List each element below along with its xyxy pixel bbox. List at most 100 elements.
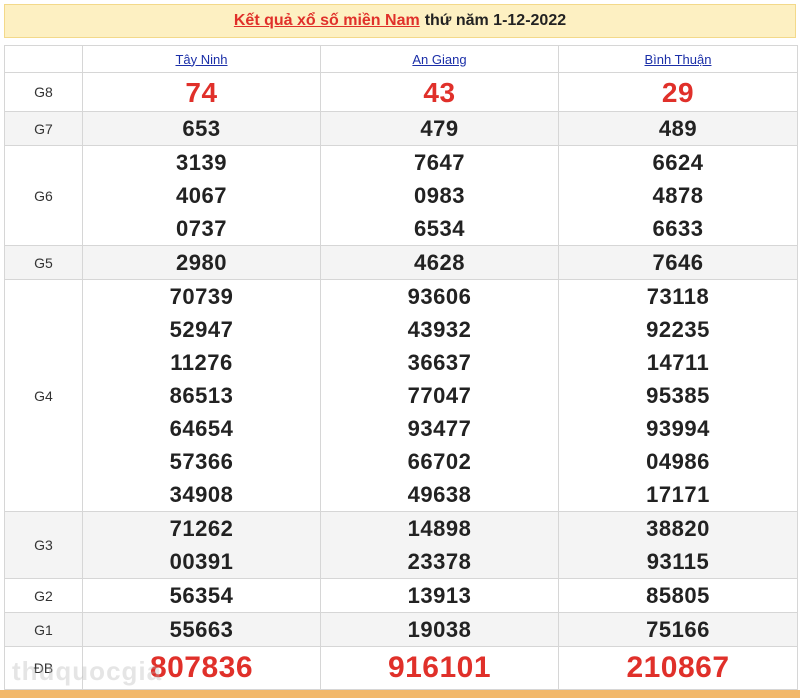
prize-number: 56354 xyxy=(169,583,234,608)
prize-number: 93606 xyxy=(407,284,472,309)
prize-number: 52947 xyxy=(169,317,234,342)
prize-number: 85805 xyxy=(646,583,710,608)
prize-label: G5 xyxy=(4,245,83,280)
prize-number: 93477 xyxy=(407,416,472,441)
prize-label: G6 xyxy=(4,145,83,246)
prize-number: 73118 xyxy=(646,284,710,309)
prize-number: 74 xyxy=(185,76,218,108)
prize-number: 43932 xyxy=(407,317,472,342)
corner-cell xyxy=(4,45,83,73)
prize-cell: 653 xyxy=(82,111,321,146)
prize-cell: 71262 00391 xyxy=(82,511,321,579)
prize-number: 7646 xyxy=(652,250,704,275)
prize-row-g5: G5 2980 4628 7646 xyxy=(4,245,798,280)
prize-number: 807836 xyxy=(149,651,254,684)
prize-row-g3: G3 71262 00391 14898 23378 38820 93115 xyxy=(4,511,798,579)
prize-label: G1 xyxy=(4,612,83,647)
province-link-an-giang[interactable]: An Giang xyxy=(412,52,466,67)
prize-number: 11276 xyxy=(170,350,233,375)
prize-label: G3 xyxy=(4,511,83,579)
prize-cell: 85805 xyxy=(558,578,798,613)
prize-number: 04986 xyxy=(646,449,710,474)
prize-number: 64654 xyxy=(169,416,234,441)
prize-row-g6: G6 3139 4067 0737 7647 0983 6534 6624 4878 6633 xyxy=(4,145,798,246)
prize-number: 3139 xyxy=(176,150,227,175)
province-header-row: Tây Ninh An Giang Bình Thuận xyxy=(4,45,798,73)
results-date: thứ năm 1-12-2022 xyxy=(424,12,567,29)
prize-number: 23378 xyxy=(407,549,472,574)
prize-number: 57366 xyxy=(169,449,234,474)
prize-number: 13913 xyxy=(407,583,472,608)
prize-label: G2 xyxy=(4,578,83,613)
prize-number: 70739 xyxy=(169,284,234,309)
province-link-tay-ninh[interactable]: Tây Ninh xyxy=(175,52,227,67)
prize-number: 93115 xyxy=(646,549,710,574)
prize-cell: 55663 xyxy=(82,612,321,647)
prize-cell: 14898 23378 xyxy=(320,511,559,579)
prize-number: 36637 xyxy=(407,350,472,375)
prize-number: 17171 xyxy=(646,482,710,507)
prize-cell: 29 xyxy=(558,72,798,112)
prize-cell: 6624 4878 6633 xyxy=(558,145,798,246)
prize-cell: 479 xyxy=(320,111,559,146)
prize-number: 00391 xyxy=(169,549,234,574)
prize-number: 75166 xyxy=(646,617,710,642)
prize-number: 6633 xyxy=(652,216,704,241)
prize-number: 86513 xyxy=(169,383,234,408)
prize-number: 66702 xyxy=(407,449,472,474)
prize-row-g4: G4 70739 52947 11276 86513 64654 57366 34908 936… xyxy=(4,279,798,512)
results-title-link[interactable]: Kết quả xổ số miền Nam xyxy=(234,12,420,30)
prize-cell: 19038 xyxy=(320,612,559,647)
prize-cell: 916101 xyxy=(320,646,559,690)
prize-number: 0737 xyxy=(176,216,227,241)
prize-cell: 38820 93115 xyxy=(558,511,798,579)
prize-number: 19038 xyxy=(407,617,472,642)
prize-number: 2980 xyxy=(176,250,227,275)
prize-cell: 13913 xyxy=(320,578,559,613)
prize-number: 916101 xyxy=(387,651,492,684)
prize-number: 38820 xyxy=(646,516,710,541)
prize-number: 92235 xyxy=(646,317,710,342)
prize-number: 55663 xyxy=(169,617,234,642)
prize-cell: 2980 xyxy=(82,245,321,280)
prize-cell: 43 xyxy=(320,72,559,112)
prize-number: 489 xyxy=(658,116,698,141)
results-header: Kết quả xổ số miền Nam thứ năm 1-12-2022 xyxy=(4,4,796,38)
prize-number: 14711 xyxy=(646,350,710,375)
prize-number: 95385 xyxy=(646,383,710,408)
prize-cell: 73118 92235 14711 95385 93994 04986 17171 xyxy=(558,279,798,512)
prize-cell: 4628 xyxy=(320,245,559,280)
prize-number: 653 xyxy=(182,116,221,141)
prize-number: 210867 xyxy=(626,651,730,684)
prize-number: 479 xyxy=(420,116,459,141)
prize-number: 14898 xyxy=(407,516,472,541)
prize-number: 77047 xyxy=(407,383,472,408)
prize-label: G7 xyxy=(4,111,83,146)
prize-cell: 489 xyxy=(558,111,798,146)
prize-cell: 75166 xyxy=(558,612,798,647)
prize-number: 4628 xyxy=(414,250,465,275)
prize-number: 7647 xyxy=(414,150,465,175)
prize-number: 43 xyxy=(423,76,456,108)
prize-cell: 3139 4067 0737 xyxy=(82,145,321,246)
prize-cell: 70739 52947 11276 86513 64654 57366 34908 xyxy=(82,279,321,512)
footer-bar xyxy=(0,690,800,698)
prize-cell: 74 xyxy=(82,72,321,112)
watermark-logo: thuquocgia xyxy=(12,656,163,686)
prize-number: 49638 xyxy=(407,482,472,507)
prize-number: 4067 xyxy=(176,183,227,208)
province-link-binh-thuan[interactable]: Bình Thuận xyxy=(645,52,712,67)
prize-cell: 7647 0983 6534 xyxy=(320,145,559,246)
prize-row-g1: G1 55663 19038 75166 xyxy=(4,612,798,647)
prize-number: 4878 xyxy=(652,183,704,208)
prize-cell: 93606 43932 36637 77047 93477 66702 49638 xyxy=(320,279,559,512)
prize-number: 34908 xyxy=(169,482,234,507)
prize-number: 6624 xyxy=(652,150,704,175)
prize-number: 6534 xyxy=(414,216,465,241)
prize-row-g7: G7 653 479 489 xyxy=(4,111,798,146)
prize-cell: 56354 xyxy=(82,578,321,613)
prize-row-g8: G8 74 43 29 xyxy=(4,72,798,112)
prize-cell: 210867 xyxy=(558,646,798,690)
prize-number: 71262 xyxy=(169,516,234,541)
prize-number: 93994 xyxy=(646,416,710,441)
